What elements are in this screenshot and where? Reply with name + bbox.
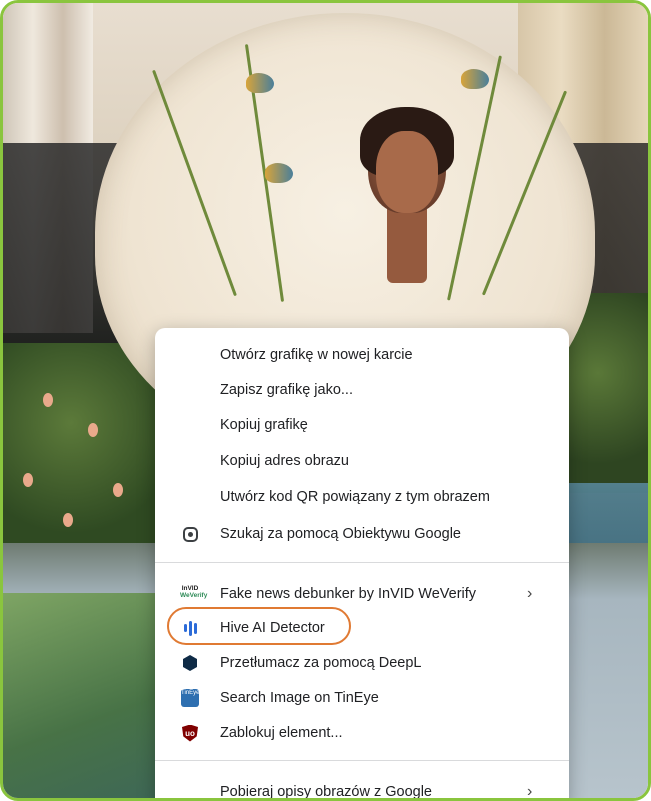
menu-separator: [155, 562, 569, 563]
menu-item-label: Przetłumacz za pomocą DeepL: [220, 655, 422, 671]
context-menu: Otwórz grafikę w nowej karcie Zapisz gra…: [155, 328, 569, 800]
menu-item-label: Zapisz grafikę jako...: [220, 382, 353, 398]
embroidered-bird: [246, 73, 274, 93]
menu-item-search-tineye[interactable]: TinEye Search Image on TinEye: [155, 680, 569, 716]
menu-item-label: Hive AI Detector: [220, 620, 325, 636]
menu-item-label: Zablokuj element...: [220, 725, 343, 741]
flower: [113, 483, 123, 497]
neck: [387, 203, 427, 283]
menu-item-search-google-lens[interactable]: Szukaj za pomocą Obiektywu Google: [155, 516, 569, 552]
embroidered-bird: [265, 163, 293, 183]
flower: [43, 393, 53, 407]
menu-item-translate-deepl[interactable]: Przetłumacz za pomocą DeepL: [155, 645, 569, 681]
embroidered-bird: [461, 69, 489, 89]
hive-icon: [180, 618, 200, 638]
google-lens-icon: [180, 524, 200, 544]
menu-item-label: Search Image on TinEye: [220, 690, 379, 706]
ublock-icon: uo: [180, 723, 200, 743]
menu-item-label: Szukaj za pomocą Obiektywu Google: [220, 526, 461, 542]
menu-item-label: Pobieraj opisy obrazów z Google: [220, 784, 432, 800]
menu-item-copy-image[interactable]: Kopiuj grafikę: [155, 407, 569, 443]
menu-item-label: Fake news debunker by InVID WeVerify: [220, 586, 477, 602]
menu-item-open-image-new-tab[interactable]: Otwórz grafikę w nowej karcie: [155, 337, 569, 373]
menu-item-label: Kopiuj adres obrazu: [220, 453, 349, 469]
invid-icon: InVID WeVerify: [180, 585, 208, 599]
flower: [88, 423, 98, 437]
menu-item-create-qr-code[interactable]: Utwórz kod QR powiązany z tym obrazem: [155, 479, 569, 515]
menu-item-block-element[interactable]: uo Zablokuj element...: [155, 715, 569, 751]
screenshot-frame: Otwórz grafikę w nowej karcie Zapisz gra…: [0, 0, 651, 801]
menu-item-get-image-descriptions[interactable]: Pobieraj opisy obrazów z Google ›: [155, 774, 569, 800]
tineye-icon: TinEye: [180, 688, 200, 708]
flower: [63, 513, 73, 527]
chevron-right-icon: ›: [527, 783, 533, 800]
menu-item-save-image-as[interactable]: Zapisz grafikę jako...: [155, 372, 569, 408]
menu-separator: [155, 760, 569, 761]
face: [376, 131, 438, 213]
menu-item-copy-image-address[interactable]: Kopiuj adres obrazu: [155, 443, 569, 479]
menu-item-label: Kopiuj grafikę: [220, 417, 308, 433]
flower: [23, 473, 33, 487]
deepl-icon: [180, 653, 200, 673]
menu-item-label: Otwórz grafikę w nowej karcie: [220, 347, 413, 363]
chevron-right-icon: ›: [527, 585, 533, 602]
menu-item-label: Utwórz kod QR powiązany z tym obrazem: [220, 489, 490, 505]
menu-item-invid-weverify[interactable]: InVID WeVerify Fake news debunker by InV…: [155, 576, 569, 612]
menu-item-hive-ai-detector[interactable]: Hive AI Detector: [155, 610, 569, 646]
